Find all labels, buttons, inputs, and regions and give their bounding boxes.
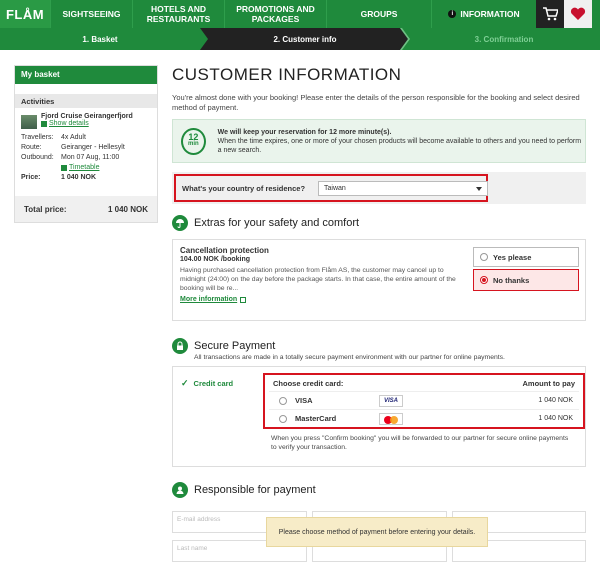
credit-card-label: Credit card xyxy=(193,379,234,388)
top-navigation: FLÅM SIGHTSEEING HOTELS AND RESTAURANTS … xyxy=(0,0,600,28)
country-field: What's your country of residence? Taiwan xyxy=(174,174,488,202)
price-label: Price: xyxy=(21,174,41,181)
route-value: Geiranger - Hellesylt xyxy=(61,144,125,151)
travellers-label: Travellers: xyxy=(21,134,54,141)
extras-title: Extras for your safety and comfort xyxy=(194,217,360,229)
cart-button[interactable] xyxy=(536,0,564,28)
timer-badge: 12 min xyxy=(181,127,206,155)
yes-label: Yes please xyxy=(493,252,532,262)
more-information-label: More information xyxy=(180,296,238,303)
nav-sightseeing[interactable]: SIGHTSEEING xyxy=(50,0,132,28)
show-details-link[interactable]: Show details xyxy=(41,120,133,127)
lock-icon xyxy=(172,338,188,354)
responsible-heading: Responsible for payment xyxy=(172,482,586,498)
chevron-down-icon xyxy=(476,187,482,191)
payment-subtitle: All transactions are made in a totally s… xyxy=(194,354,505,361)
timetable-label: Timetable xyxy=(69,164,100,171)
cancellation-desc: Having purchased cancellation protection… xyxy=(180,267,456,292)
plus-icon xyxy=(41,120,47,127)
country-value: Taiwan xyxy=(324,185,346,192)
travellers-value: 4x Adult xyxy=(61,134,86,141)
nav-groups[interactable]: GROUPS xyxy=(326,0,431,28)
step-basket[interactable]: 1. Basket xyxy=(0,28,200,50)
product-thumbnail xyxy=(21,115,37,129)
country-label: What's your country of residence? xyxy=(182,183,306,193)
total-label: Total price: xyxy=(24,204,67,214)
total-value: 1 040 NOK xyxy=(107,204,148,214)
external-link-icon xyxy=(240,296,247,303)
cancellation-name: Cancellation protection xyxy=(180,246,269,255)
umbrella-icon xyxy=(172,215,188,231)
outbound-value: Mon 07 Aug, 11:00 xyxy=(61,154,120,161)
responsible-title: Responsible for payment xyxy=(194,484,316,496)
country-select[interactable]: Taiwan xyxy=(318,181,488,196)
nav-hotels-restaurants[interactable]: HOTELS AND RESTAURANTS xyxy=(132,0,224,28)
more-information-link[interactable]: More information xyxy=(180,296,460,303)
nav-information-label: INFORMATION xyxy=(460,9,520,19)
visa-amount: 1 040 NOK xyxy=(538,397,573,404)
yes-radio[interactable] xyxy=(480,253,488,261)
no-radio[interactable] xyxy=(480,276,488,284)
amount-header: Amount to pay xyxy=(522,379,576,388)
visa-logo-icon: VISA xyxy=(379,394,403,407)
visa-radio[interactable] xyxy=(279,396,287,405)
user-icon xyxy=(172,482,188,498)
extras-heading: Extras for your safety and comfort xyxy=(172,215,586,231)
card-option-visa[interactable]: VISA VISA 1 040 NOK xyxy=(269,391,579,409)
country-section: What's your country of residence? Taiwan xyxy=(172,172,586,204)
step-customer-info: 2. Customer info xyxy=(273,34,337,44)
cancellation-card: Cancellation protection 104.00 NOK /book… xyxy=(172,239,586,321)
checkmark-icon: ✓ xyxy=(181,378,189,388)
info-icon: i xyxy=(448,10,457,18)
nav-information[interactable]: i INFORMATION xyxy=(431,0,536,28)
external-link-icon xyxy=(61,165,67,171)
choose-card-label: Choose credit card: xyxy=(273,379,344,388)
flam-logo[interactable]: FLÅM xyxy=(0,0,50,28)
timetable-link[interactable]: Timetable xyxy=(21,163,151,173)
cancellation-price: 104.00 NOK /booking xyxy=(180,256,251,263)
timer-text: When the time expires, one or more of yo… xyxy=(217,137,582,154)
heart-icon xyxy=(570,7,586,20)
no-thanks-option[interactable]: No thanks xyxy=(473,269,579,291)
mastercard-amount: 1 040 NOK xyxy=(538,415,573,422)
favorites-button[interactable] xyxy=(564,0,592,28)
card-option-mastercard[interactable]: MasterCard 1 040 NOK xyxy=(269,409,579,427)
show-details-label: Show details xyxy=(49,120,89,127)
credit-card-method[interactable]: ✓ Credit card xyxy=(181,378,233,389)
main-content: CUSTOMER INFORMATION You're almost done … xyxy=(172,65,586,498)
mastercard-logo-icon xyxy=(379,412,403,425)
basket-title: My basket xyxy=(15,66,157,84)
payment-title: Secure Payment xyxy=(194,340,276,352)
payment-card: ✓ Credit card Choose credit card: Amount… xyxy=(172,366,586,467)
timer-number: 12 xyxy=(188,132,199,142)
basket-product: Fjord Cruise Geirangerfjord Show details xyxy=(15,108,157,129)
payment-heading: Secure Payment xyxy=(172,338,586,354)
activities-heading: Activities xyxy=(15,94,157,108)
yes-please-option[interactable]: Yes please xyxy=(473,247,579,267)
cart-icon xyxy=(543,7,558,21)
payment-note: When you press "Confirm booking" you wil… xyxy=(271,435,569,451)
timer-unit: min xyxy=(187,141,199,147)
route-label: Route: xyxy=(21,144,42,151)
validation-toast: Please choose method of payment before e… xyxy=(266,517,488,547)
visa-label: VISA xyxy=(295,396,313,405)
reservation-timer: 12 min We will keep your reservation for… xyxy=(172,119,586,163)
timer-heading: We will keep your reservation for 12 mor… xyxy=(217,128,392,136)
product-name: Fjord Cruise Geirangerfjord xyxy=(41,113,133,120)
basket-sidebar: My basket Activities Fjord Cruise Geiran… xyxy=(14,65,158,223)
outbound-label: Outbound: xyxy=(21,154,54,161)
total-price-row: Total price: 1 040 NOK xyxy=(15,196,157,222)
page-title: CUSTOMER INFORMATION xyxy=(172,65,402,84)
nav-promotions-packages[interactable]: PROMOTIONS AND PACKAGES xyxy=(224,0,326,28)
intro-text: You're almost done with your booking! Pl… xyxy=(172,93,580,112)
mastercard-radio[interactable] xyxy=(279,414,287,423)
choose-card-box: Choose credit card: Amount to pay VISA V… xyxy=(263,373,585,429)
step-confirmation: 3. Confirmation xyxy=(474,34,534,44)
no-label: No thanks xyxy=(493,275,530,285)
mastercard-label: MasterCard xyxy=(295,414,337,423)
checkout-steps: 1. Basket 2. Customer info 3. Confirmati… xyxy=(0,28,600,50)
price-value: 1 040 NOK xyxy=(61,174,97,181)
